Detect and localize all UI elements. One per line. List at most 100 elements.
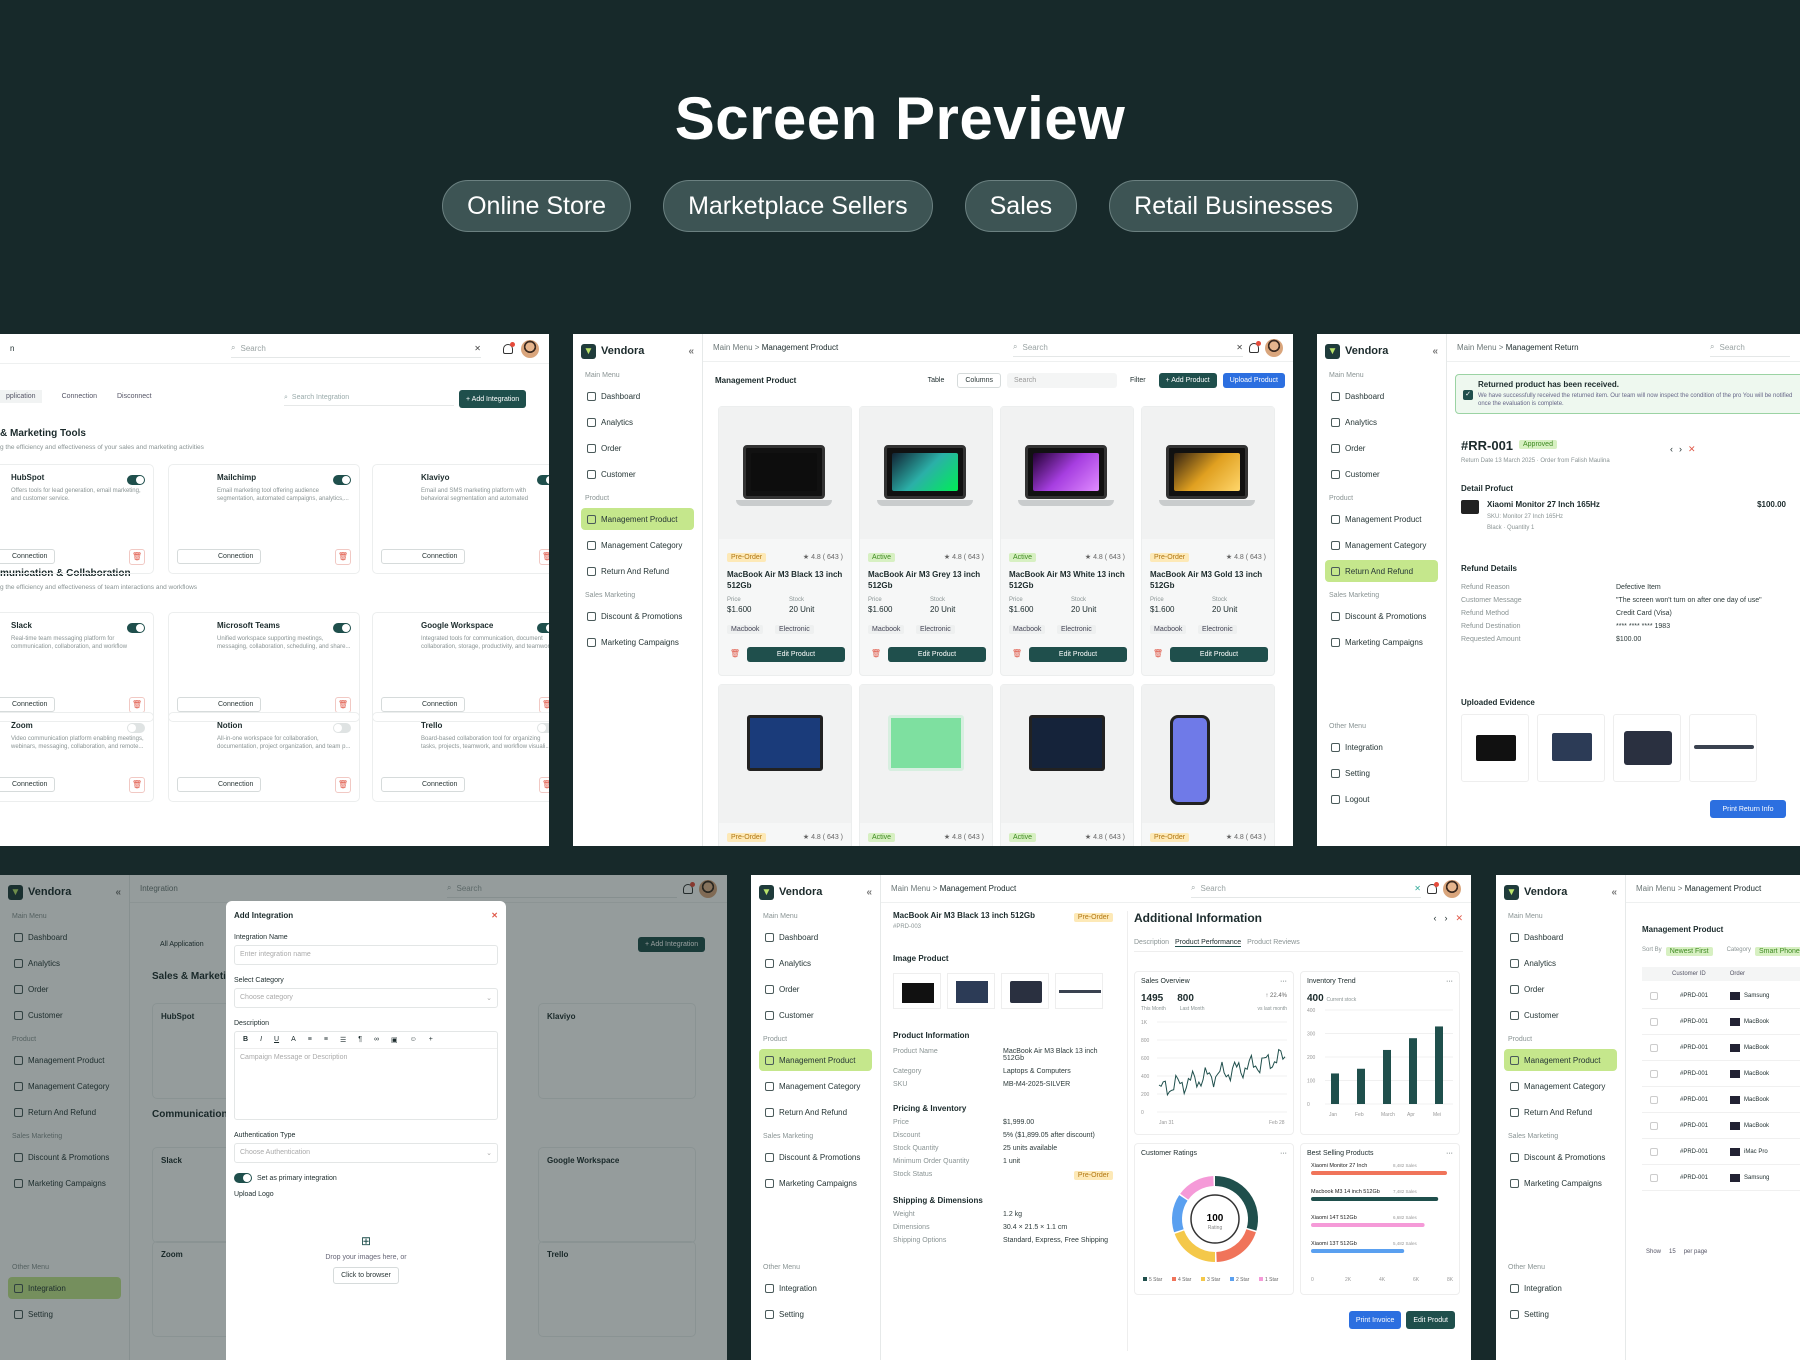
underline-icon[interactable]: U [274, 1036, 279, 1044]
sidebar-item-customer[interactable]: Customer [1325, 463, 1438, 485]
font-size-icon[interactable]: A [291, 1036, 296, 1044]
sidebar-item-return-refund[interactable]: Return And Refund [1325, 560, 1438, 582]
sidebar-item-dashboard[interactable]: Dashboard [581, 385, 694, 407]
trash-icon[interactable]: 🗑 [129, 777, 145, 793]
trash-icon[interactable]: 🗑 [539, 549, 549, 565]
integration-toggle[interactable] [537, 723, 549, 733]
more-icon[interactable]: ··· [1280, 1150, 1287, 1157]
row-checkbox[interactable] [1650, 1043, 1658, 1052]
sidebar-item-order[interactable]: Order [1325, 437, 1438, 459]
connection-button[interactable]: Connection [0, 697, 56, 712]
avatar[interactable] [521, 339, 539, 358]
product-thumbnail[interactable] [1055, 973, 1103, 1009]
collapse-icon[interactable]: « [1432, 346, 1438, 357]
product-card[interactable]: Active ★ 4.8 ( 643 ) [1000, 684, 1134, 846]
print-invoice-button[interactable]: Print Invoice [1348, 1311, 1402, 1329]
trash-icon[interactable]: 🗑 [727, 647, 743, 663]
connection-button[interactable]: Connection [381, 549, 466, 564]
integration-card[interactable]: Slack Real-time team messaging platform f… [0, 612, 154, 722]
sidebar-item-return-refund[interactable]: Return And Refund [581, 560, 694, 582]
sidebar-item-return-refund[interactable]: Return And Refund [1504, 1101, 1617, 1123]
search-input[interactable]: ⌕ Search ✕ [1013, 339, 1243, 357]
list-icon[interactable]: ☰ [340, 1036, 346, 1044]
close-icon[interactable]: ✕ [1414, 884, 1421, 893]
sidebar-item-setting[interactable]: Setting [1325, 762, 1438, 784]
print-return-button[interactable]: Print Return Info [1710, 800, 1786, 818]
sidebar-item-dashboard[interactable]: Dashboard [1504, 926, 1617, 948]
image-icon[interactable]: ▣ [391, 1036, 398, 1044]
tab-all-application[interactable]: pplication [0, 390, 42, 403]
integration-toggle[interactable] [127, 475, 145, 485]
integration-card[interactable]: Klaviyo Email and SMS marketing platform … [372, 464, 549, 574]
sidebar-item-integration[interactable]: Integration [759, 1277, 872, 1299]
product-search-input[interactable]: Search [1007, 372, 1117, 388]
trash-icon[interactable]: 🗑 [129, 549, 145, 565]
sidebar-item-discount[interactable]: Discount & Promotions [759, 1146, 872, 1168]
close-icon[interactable]: ✕ [1236, 343, 1243, 352]
table-row[interactable]: #PRD-001 MacBook [1642, 1061, 1800, 1087]
sidebar-item-discount[interactable]: Discount & Promotions [581, 605, 694, 627]
integration-card[interactable]: Microsoft Teams Unified workspace support… [168, 612, 360, 722]
collapse-icon[interactable]: « [866, 887, 872, 898]
integration-card[interactable]: Google Workspace Integrated tools for com… [372, 612, 549, 722]
evidence-image[interactable] [1537, 714, 1605, 782]
trash-icon[interactable]: 🗑 [335, 549, 351, 565]
align-center-icon[interactable]: ≡ [324, 1036, 328, 1044]
integration-name-input[interactable]: Enter integration name [234, 945, 498, 965]
sidebar-item-management-product[interactable]: Management Product [1504, 1049, 1617, 1071]
align-left-icon[interactable]: ≡ [308, 1036, 312, 1044]
integration-search-input[interactable]: ⌕ Search Integration [284, 390, 454, 406]
close-icon[interactable]: ✕ [474, 344, 481, 353]
logo-dropzone[interactable]: ⊞ Drop your images here, or Click to bro… [234, 1204, 498, 1314]
tab-product-reviews[interactable]: Product Reviews [1247, 939, 1300, 947]
sidebar-item-discount[interactable]: Discount & Promotions [1504, 1146, 1617, 1168]
filter-button[interactable]: Filter [1123, 373, 1153, 388]
evidence-image[interactable] [1689, 714, 1757, 782]
edit-product-button[interactable]: Edit Product [888, 647, 986, 662]
tab-connection[interactable]: Connection [62, 390, 97, 403]
browse-button[interactable]: Click to browser [333, 1267, 399, 1284]
sidebar-item-management-category[interactable]: Management Category [1504, 1075, 1617, 1097]
integration-toggle[interactable] [537, 623, 549, 633]
paragraph-icon[interactable]: ¶ [358, 1036, 362, 1044]
link-icon[interactable]: ∞ [374, 1036, 379, 1044]
evidence-image[interactable] [1461, 714, 1529, 782]
sidebar-item-customer[interactable]: Customer [759, 1004, 872, 1026]
sidebar-item-campaigns[interactable]: Marketing Campaigns [1325, 631, 1438, 653]
product-card[interactable]: Pre-Order ★ 4.8 ( 643 ) [718, 684, 852, 846]
columns-button[interactable]: Columns [957, 372, 1001, 388]
sidebar-item-analytics[interactable]: Analytics [1504, 952, 1617, 974]
category-select[interactable]: Smart Phone [1754, 947, 1800, 956]
product-thumbnail[interactable] [1001, 973, 1049, 1009]
plus-icon[interactable]: + [429, 1036, 433, 1044]
connection-button[interactable]: Connection [177, 697, 262, 712]
sidebar-item-dashboard[interactable]: Dashboard [1325, 385, 1438, 407]
trash-icon[interactable]: 🗑 [129, 697, 145, 713]
product-card[interactable]: Active ★ 4.8 ( 643 ) MacBook Air M3 White … [1000, 406, 1134, 676]
page-size-select[interactable]: 15 [1669, 1249, 1676, 1255]
sidebar-item-setting[interactable]: Setting [1504, 1303, 1617, 1325]
tab-description[interactable]: Description [1134, 939, 1169, 947]
trash-icon[interactable]: 🗑 [335, 777, 351, 793]
integration-card[interactable]: Mailchimp Email marketing tool offering a… [168, 464, 360, 574]
auth-select[interactable]: Choose Authentication ⌄ [234, 1143, 498, 1163]
tab-product-performance[interactable]: Product Performance [1175, 939, 1242, 947]
sidebar-item-analytics[interactable]: Analytics [759, 952, 872, 974]
prev-icon[interactable]: ‹ [1433, 913, 1436, 924]
more-icon[interactable]: ··· [1446, 1150, 1453, 1157]
integration-card[interactable]: Trello Board-based collaboration tool for… [372, 712, 549, 802]
bell-icon[interactable] [503, 341, 515, 354]
collapse-icon[interactable]: « [688, 346, 694, 357]
row-checkbox[interactable] [1650, 991, 1658, 1000]
sidebar-item-return-refund[interactable]: Return And Refund [759, 1101, 872, 1123]
connection-button[interactable]: Connection [381, 697, 466, 712]
integration-toggle[interactable] [537, 475, 549, 485]
next-icon[interactable]: › [1444, 913, 1447, 924]
connection-button[interactable]: Connection [381, 777, 466, 792]
sidebar-item-setting[interactable]: Setting [759, 1303, 872, 1325]
chip-retail-businesses[interactable]: Retail Businesses [1109, 180, 1358, 232]
sidebar-item-integration[interactable]: Integration [1325, 736, 1438, 758]
product-thumbnail[interactable] [947, 973, 995, 1009]
integration-card[interactable]: Zoom Video communication platform enablin… [0, 712, 154, 802]
trash-icon[interactable]: 🗑 [868, 647, 884, 663]
